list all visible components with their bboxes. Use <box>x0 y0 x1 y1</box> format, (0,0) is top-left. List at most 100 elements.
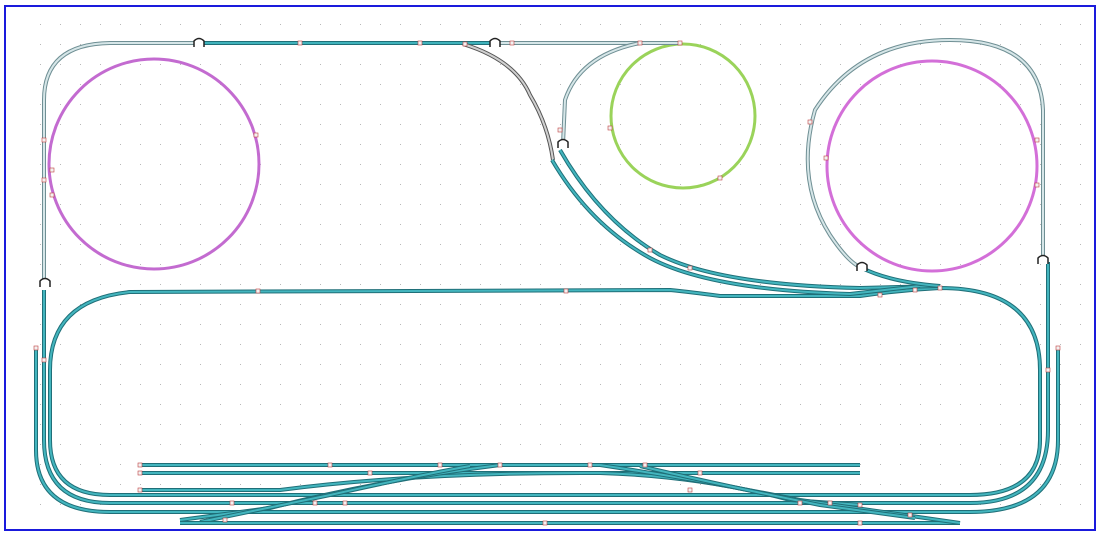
grid-dot <box>380 324 381 325</box>
grid-dot <box>700 124 701 125</box>
grid-dot <box>540 364 541 365</box>
grid-dot <box>800 264 801 265</box>
grid-dot <box>640 104 641 105</box>
grid-dot <box>560 384 561 385</box>
grid-dot <box>300 344 301 345</box>
grid-dot <box>920 224 921 225</box>
grid-dot <box>460 124 461 125</box>
grid-dot <box>1060 104 1061 105</box>
grid-dot <box>440 264 441 265</box>
grid-dot <box>1060 264 1061 265</box>
grid-dot <box>640 484 641 485</box>
grid-dot <box>580 384 581 385</box>
grid-dot <box>500 64 501 65</box>
grid-dot <box>620 424 621 425</box>
grid-dot <box>640 224 641 225</box>
grid-dot <box>100 464 101 465</box>
grid-dot <box>500 244 501 245</box>
grid-dot <box>360 124 361 125</box>
rail-joint-marker <box>697 470 703 476</box>
grid-dot <box>1080 404 1081 405</box>
rail-joint-marker <box>807 119 813 125</box>
grid-dot <box>900 144 901 145</box>
track-plan-drawing[interactable] <box>0 0 1100 536</box>
rail-joint-marker <box>229 500 235 506</box>
grid-dot <box>400 104 401 105</box>
grid-dot <box>1000 484 1001 485</box>
grid-dot <box>280 24 281 25</box>
grid-dot <box>500 184 501 185</box>
grid-dot <box>1040 504 1041 505</box>
grid-dot <box>840 204 841 205</box>
grid-dot <box>740 244 741 245</box>
grid-dot <box>1060 44 1061 45</box>
grid-dot <box>720 84 721 85</box>
grid-dot <box>900 404 901 405</box>
grid-dot <box>480 244 481 245</box>
grid-dot <box>520 164 521 165</box>
grid-dot <box>320 164 321 165</box>
grid-dot <box>740 304 741 305</box>
grid-dot <box>1000 444 1001 445</box>
grid-dot <box>940 284 941 285</box>
grid-dot <box>280 404 281 405</box>
grid-dot <box>240 324 241 325</box>
grid-dot <box>760 144 761 145</box>
grid-dot <box>360 144 361 145</box>
grid-dot <box>480 144 481 145</box>
grid-dot <box>260 484 261 485</box>
grid-dot <box>720 344 721 345</box>
grid-dot <box>860 104 861 105</box>
grid-dot <box>800 84 801 85</box>
grid-dot <box>660 444 661 445</box>
grid-dot <box>600 244 601 245</box>
grid-dot <box>1020 464 1021 465</box>
grid-dot <box>220 104 221 105</box>
grid-dot <box>240 304 241 305</box>
grid-dot <box>580 244 581 245</box>
grid-dot <box>580 404 581 405</box>
grid-dot <box>440 404 441 405</box>
grid-dot <box>420 324 421 325</box>
grid-dot <box>300 424 301 425</box>
grid-dot <box>940 244 941 245</box>
grid-dot <box>560 484 561 485</box>
grid-dot <box>700 404 701 405</box>
grid-dot <box>260 244 261 245</box>
grid-dot <box>920 144 921 145</box>
grid-dot <box>220 424 221 425</box>
grid-dot <box>1020 64 1021 65</box>
grid-dot <box>380 284 381 285</box>
rail-joint-marker <box>877 292 883 298</box>
grid-dot <box>740 124 741 125</box>
grid-dot <box>220 364 221 365</box>
grid-dot <box>980 424 981 425</box>
grid-dot <box>700 444 701 445</box>
grid-dot <box>1080 184 1081 185</box>
grid-dot <box>60 144 61 145</box>
grid-dot <box>640 324 641 325</box>
grid-dot <box>180 124 181 125</box>
portal-icon <box>1037 254 1049 264</box>
grid-dot <box>40 424 41 425</box>
grid-dot <box>960 164 961 165</box>
grid-dot <box>740 364 741 365</box>
grid-dot <box>220 164 221 165</box>
grid-dot <box>640 24 641 25</box>
grid-dot <box>660 384 661 385</box>
grid-dot <box>880 344 881 345</box>
grid-dot <box>520 304 521 305</box>
grid-dot <box>60 24 61 25</box>
grid-dot <box>960 104 961 105</box>
track-plan-canvas[interactable] <box>0 0 1100 536</box>
grid-dot <box>180 104 181 105</box>
grid-dot <box>140 104 141 105</box>
grid-dot <box>620 164 621 165</box>
grid-dot <box>240 144 241 145</box>
grid-dot <box>160 264 161 265</box>
grid-dot <box>1080 444 1081 445</box>
grid-dot <box>660 304 661 305</box>
grid-dot <box>820 444 821 445</box>
grid-dot <box>200 444 201 445</box>
grid-dot <box>1040 344 1041 345</box>
